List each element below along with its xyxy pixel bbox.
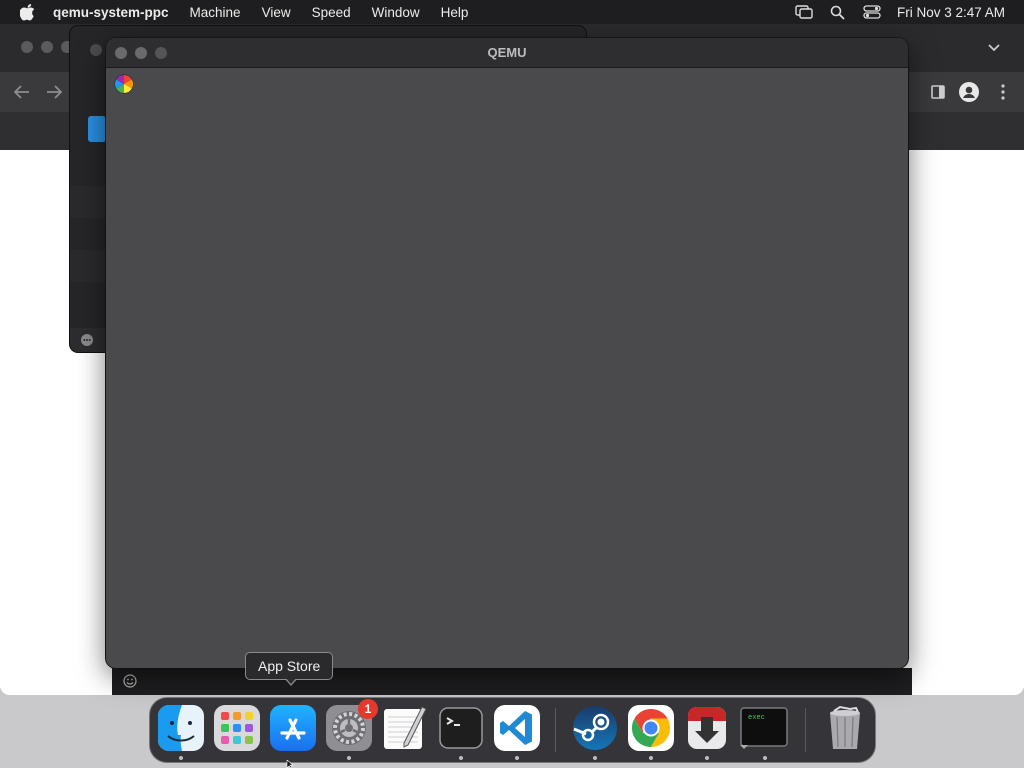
launchpad-icon[interactable] xyxy=(214,705,260,751)
mouse-cursor-icon xyxy=(286,760,294,768)
app-store-icon[interactable] xyxy=(270,705,316,751)
menu-machine[interactable]: Machine xyxy=(190,5,241,20)
dock: 1 exec xyxy=(149,697,876,763)
menu-window[interactable]: Window xyxy=(372,5,420,20)
side-panel-icon[interactable] xyxy=(927,81,949,103)
dock-separator xyxy=(555,708,556,752)
finder-more-icon[interactable] xyxy=(81,334,93,346)
finder-icon[interactable] xyxy=(158,705,204,751)
qemu-window-title: QEMU xyxy=(487,45,527,60)
menu-speed[interactable]: Speed xyxy=(312,5,351,20)
steam-running-indicator xyxy=(593,756,597,760)
folder-icon[interactable] xyxy=(88,116,106,142)
dock-separator xyxy=(805,708,806,752)
spotlight-search-icon[interactable] xyxy=(829,3,847,21)
exec-terminal-icon[interactable]: exec xyxy=(740,705,788,751)
profile-avatar-icon[interactable] xyxy=(958,81,980,103)
trash-icon[interactable] xyxy=(822,705,868,751)
textedit-icon[interactable] xyxy=(382,705,428,751)
terminal-running-indicator xyxy=(459,756,463,760)
system-settings-icon[interactable]: 1 xyxy=(326,699,378,751)
menu-bar-clock[interactable]: Fri Nov 3 2:47 AM xyxy=(897,5,1005,20)
tab-list-chevron-icon[interactable] xyxy=(983,37,1005,59)
dock-tooltip-tail-fill xyxy=(285,677,297,684)
browser-close-button[interactable] xyxy=(21,41,33,53)
download-app-icon[interactable] xyxy=(684,705,730,751)
back-arrow-icon[interactable] xyxy=(11,81,33,103)
vscode-icon[interactable] xyxy=(494,705,540,751)
menu-help[interactable]: Help xyxy=(441,5,469,20)
forward-arrow-icon[interactable] xyxy=(43,81,65,103)
browser-minimize-button[interactable] xyxy=(41,41,53,53)
terminal-icon[interactable] xyxy=(438,705,484,751)
notification-badge: 1 xyxy=(358,699,378,719)
more-menu-icon[interactable] xyxy=(992,81,1014,103)
background-window-status-strip xyxy=(112,668,912,695)
menu-app-name[interactable]: qemu-system-ppc xyxy=(53,5,169,20)
smiley-icon[interactable] xyxy=(122,673,138,689)
finder-close-button[interactable] xyxy=(90,44,102,56)
menu-view[interactable]: View xyxy=(262,5,291,20)
exec-label: exec xyxy=(748,714,765,722)
download-app-running-indicator xyxy=(705,756,709,760)
control-center-icon[interactable] xyxy=(863,3,881,21)
menu-bar: qemu-system-ppc Machine View Speed Windo… xyxy=(0,0,1024,24)
vscode-running-indicator xyxy=(515,756,519,760)
screen-mirroring-icon[interactable] xyxy=(795,3,813,21)
qemu-window[interactable]: QEMU xyxy=(106,38,908,668)
exec-running-indicator xyxy=(763,756,767,760)
dock-tooltip: App Store xyxy=(245,652,334,680)
qemu-title-bar[interactable]: QEMU xyxy=(106,38,908,68)
steam-icon[interactable] xyxy=(572,705,618,751)
chrome-icon[interactable] xyxy=(628,705,674,751)
apple-menu-icon[interactable] xyxy=(19,3,37,21)
busy-spinner-icon xyxy=(114,74,134,94)
system-settings-running-indicator xyxy=(347,756,351,760)
qemu-guest-screen[interactable] xyxy=(106,68,908,668)
chrome-running-indicator xyxy=(649,756,653,760)
finder-running-indicator xyxy=(179,756,183,760)
